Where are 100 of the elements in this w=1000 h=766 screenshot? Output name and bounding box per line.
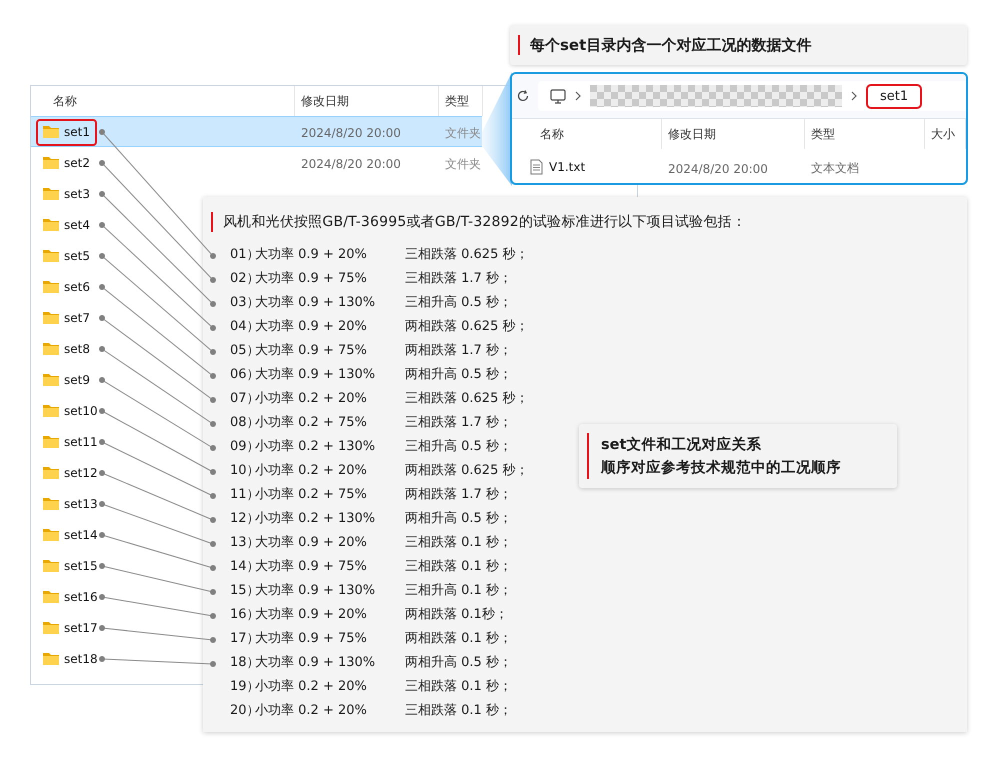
item-test: 三相升高 0.1 秒； [405,582,512,599]
file-name[interactable]: V1.txt [549,160,586,174]
folder-icon [42,403,60,418]
item-test: 三相升高 0.5 秒； [405,294,512,311]
item-number: 18） [230,654,255,671]
item-test: 两相跌落 1.7 秒； [405,342,512,359]
item-condition: 大功率 0.9 + 75% [255,342,368,359]
folder-name[interactable]: set11 [64,434,98,448]
item-type: 文本文档 [810,161,859,175]
item-condition: 大功率 0.9 + 75% [255,558,368,575]
folder-icon [42,186,60,201]
item-number: 14） [230,558,255,575]
folder-name[interactable]: set2 [64,156,90,170]
item-test: 三相跌落 0.1 秒； [405,534,512,551]
column-header[interactable]: 大小 [925,119,966,149]
monitor-icon[interactable] [550,88,566,104]
callout-text: 顺序对应参考技术规范中的工况顺序 [601,458,841,477]
item-test: 两相跌落 0.625 秒； [405,318,528,335]
folder-icon [42,465,60,480]
item-number: 19） [230,678,255,695]
item-type: 文件夹 [444,156,481,170]
item-test: 两相升高 0.5 秒； [405,510,512,527]
item-test: 两相跌落 1.7 秒； [405,486,512,503]
item-number: 16） [230,606,255,623]
folder-icon [42,434,60,449]
item-test: 三相跌落 1.7 秒； [405,414,512,431]
item-condition: 小功率 0.2 + 20% [255,678,368,695]
item-test: 三相跌落 0.1 秒； [405,678,512,695]
column-header[interactable]: 类型 [805,119,925,149]
item-test: 两相跌落 0.1 秒； [405,630,512,647]
folder-name[interactable]: set4 [64,218,90,232]
folder-icon [42,651,60,666]
folder-name[interactable]: set8 [64,342,90,356]
item-number: 07） [230,390,255,407]
note-text: 每个set目录内含一个对应工况的数据文件 [530,36,812,54]
folder-name[interactable]: set10 [64,404,98,418]
folder-name[interactable]: set3 [64,186,90,200]
folder-name[interactable]: set5 [64,248,90,262]
item-number: 13） [230,534,255,551]
item-number: 17） [230,630,255,647]
text-file-icon [530,159,543,175]
item-test: 三相升高 0.5 秒； [405,438,512,455]
address-bar[interactable]: set1 [538,81,966,111]
refresh-icon[interactable] [516,89,530,103]
item-condition: 大功率 0.9 + 20% [255,534,368,551]
item-condition: 大功率 0.9 + 130% [255,654,376,671]
folder-name[interactable]: set9 [64,372,90,386]
item-condition: 大功率 0.9 + 130% [255,366,376,383]
folder-name[interactable]: set17 [64,620,98,634]
item-type: 文件夹 [444,126,481,140]
item-number: 20） [230,702,255,719]
item-condition: 大功率 0.9 + 130% [255,294,376,311]
item-number: 09） [230,438,255,455]
item-test: 两相升高 0.5 秒； [405,654,512,671]
chevron-icon [574,91,582,101]
item-condition: 大功率 0.9 + 20% [255,318,368,335]
folder-name[interactable]: set6 [64,280,90,294]
chevron-icon [850,91,858,101]
item-test: 三相跌落 0.1 秒； [405,702,512,719]
modified-date: 2024/8/20 20:00 [300,157,401,171]
item-condition: 小功率 0.2 + 130% [255,510,376,527]
folder-icon [42,527,60,542]
item-test: 三相跌落 1.7 秒； [405,270,512,287]
folder-icon [42,620,60,635]
folder-icon [42,279,60,294]
item-condition: 小功率 0.2 + 130% [255,438,376,455]
folder-name[interactable]: set18 [64,652,98,666]
item-number: 11） [230,486,255,503]
modified-date: 2024/8/20 20:00 [667,162,768,176]
folder-icon [42,589,60,604]
folder-icon [42,155,60,170]
folder-name[interactable]: set12 [64,466,98,480]
item-number: 12） [230,510,255,527]
folder-name[interactable]: set7 [64,310,90,324]
item-condition: 小功率 0.2 + 75% [255,414,368,431]
folder-icon [42,124,60,139]
item-condition: 大功率 0.9 + 20% [255,246,368,263]
folder-name[interactable]: set16 [64,590,98,604]
column-header[interactable]: 名称 [512,119,662,149]
item-test: 两相升高 0.5 秒； [405,366,512,383]
folder-name[interactable]: set1 [64,124,90,138]
item-number: 01） [230,246,255,263]
item-test: 两相跌落 0.1秒； [405,606,508,623]
folder-name[interactable]: set14 [64,528,98,542]
folder-name[interactable]: set15 [64,558,98,572]
column-header[interactable]: 修改日期 [662,119,805,149]
item-test: 三相跌落 0.625 秒； [405,246,528,263]
folder-icon [42,248,60,263]
breadcrumb-item[interactable]: set1 [866,84,922,108]
item-condition: 大功率 0.9 + 75% [255,270,368,287]
item-number: 06） [230,366,255,383]
item-number: 10） [230,462,255,479]
folder-icon [42,496,60,511]
item-condition: 大功率 0.9 + 75% [255,630,368,647]
item-condition: 大功率 0.9 + 20% [255,606,368,623]
item-number: 05） [230,342,255,359]
item-test: 三相跌落 0.625 秒； [405,390,528,407]
item-number: 04） [230,318,255,335]
folder-name[interactable]: set13 [64,496,98,510]
item-number: 08） [230,414,255,431]
